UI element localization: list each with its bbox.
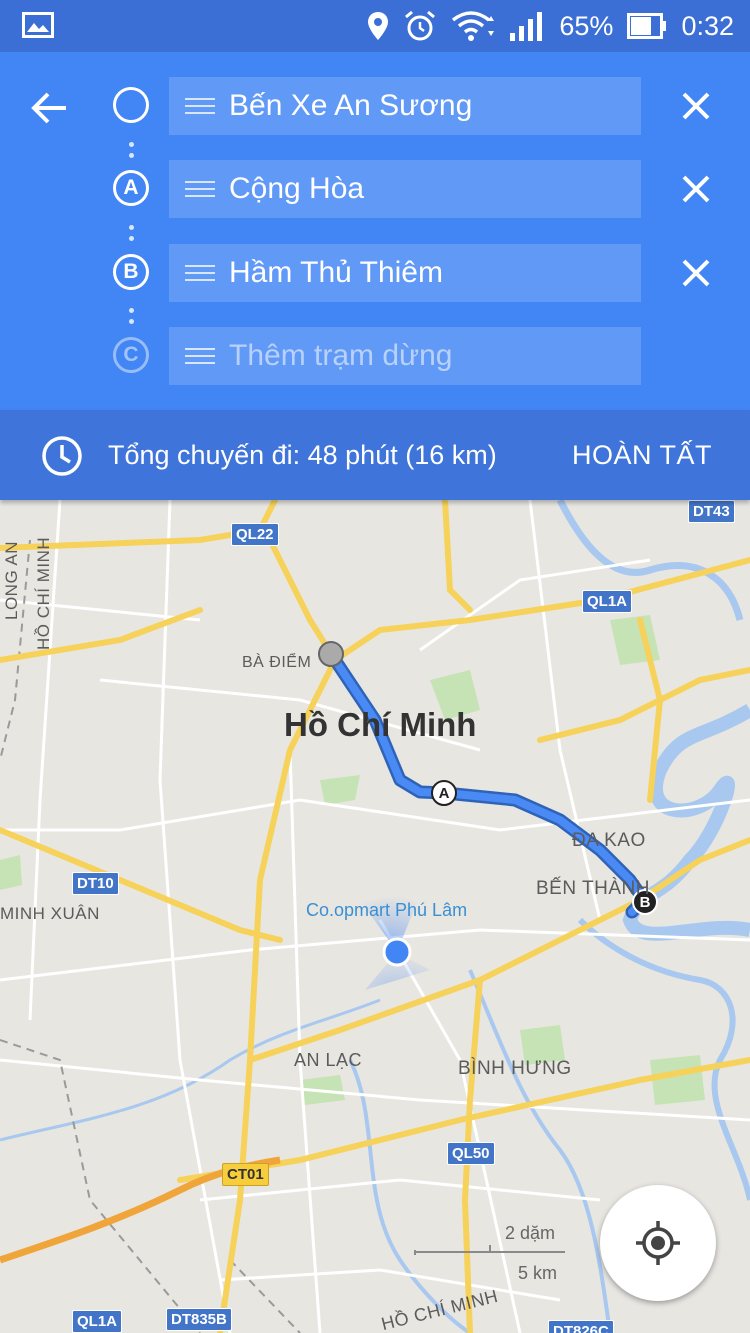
province-label-hcm-vertical: HỒ CHÍ MINH [34,536,53,650]
district-label-binh-hung: BÌNH HƯNG [458,1058,572,1079]
district-label-minh-xuan: MINH XUÂN [0,904,100,923]
road-shield-ql22: QL22 [231,523,279,546]
map-view[interactable]: A B Hồ Chí Minh BÀ ĐIỂM ĐA KAO BẾN THÀNH… [0,500,750,1333]
alarm-icon [403,9,437,43]
crosshair-icon [636,1221,680,1265]
road-shield-ql1a: QL1A [582,590,633,613]
stop-label: Cộng Hòa [229,172,365,205]
district-label-an-lac: AN LẠC [294,1050,363,1070]
scale-km: 5 km [518,1263,558,1283]
clock-time: 0:32 [681,10,734,41]
poi-label-coopmart[interactable]: Co.opmart Phú Lâm [306,900,467,921]
stop-label: Bến Xe An Sương [229,89,473,122]
directions-panel: Bến Xe An Sương A Cộng Hòa B Hầm Thủ Thi… [0,52,750,410]
remove-stop-icon[interactable] [676,86,716,126]
stop-field-a[interactable]: Cộng Hòa [169,160,641,218]
road-shield-dt10: DT10 [72,872,119,895]
scale-miles: 2 dặm [505,1223,556,1243]
wifi-icon [451,10,495,42]
done-button[interactable]: HOÀN TẤT [572,440,712,471]
battery-icon [627,13,667,39]
stop-row-a: A Cộng Hòa [0,160,750,218]
road-shield-dt835b: DT835B [166,1308,232,1331]
stop-label: Hầm Thủ Thiêm [229,256,443,289]
clock-icon [40,434,84,483]
stop-b-marker-icon: B [113,254,149,290]
gallery-notification-icon [22,12,54,38]
stop-a-marker-icon: A [113,170,149,206]
signal-icon [509,11,545,41]
road-shield-dt43: DT43 [688,500,735,523]
my-location-button[interactable] [600,1185,716,1301]
drag-handle-icon[interactable] [185,98,215,114]
stop-row-b: B Hầm Thủ Thiêm [0,244,750,302]
remove-stop-icon[interactable] [676,169,716,209]
province-label-long-an: LONG AN [2,540,21,620]
district-label-da-kao: ĐA KAO [572,830,646,851]
stop-row-origin: Bến Xe An Sương [0,77,750,135]
stop-c-marker-icon: C [113,337,149,373]
trip-summary-bar: Tổng chuyến đi: 48 phút (16 km) HOÀN TẤT [0,410,750,500]
district-label-ba-diem: BÀ ĐIỂM [242,654,312,671]
status-bar: 65% 0:32 [0,0,750,52]
add-stop-field[interactable]: Thêm trạm dừng [169,327,641,385]
stop-row-add: C Thêm trạm dừng [0,327,750,385]
battery-percent: 65% [559,10,614,41]
road-shield-dt826c: DT826C [548,1320,614,1333]
road-shield-ql1a-bottom: QL1A [72,1310,123,1333]
city-label: Hồ Chí Minh [284,706,477,743]
trip-summary-text: Tổng chuyến đi: 48 phút (16 km) [108,440,497,470]
remove-stop-icon[interactable] [676,253,716,293]
district-label-ben-thanh: BẾN THÀNH [536,878,650,899]
location-icon [367,11,389,41]
drag-handle-icon[interactable] [185,181,215,197]
route-marker-a[interactable]: A [431,780,457,806]
add-stop-placeholder: Thêm trạm dừng [229,339,453,372]
stop-field-b[interactable]: Hầm Thủ Thiêm [169,244,641,302]
road-shield-ql50: QL50 [447,1142,495,1165]
drag-handle-icon [185,348,215,364]
road-shield-ct01: CT01 [222,1163,269,1186]
drag-handle-icon[interactable] [185,265,215,281]
origin-marker-icon [113,87,149,123]
stop-field-origin[interactable]: Bến Xe An Sương [169,77,641,135]
